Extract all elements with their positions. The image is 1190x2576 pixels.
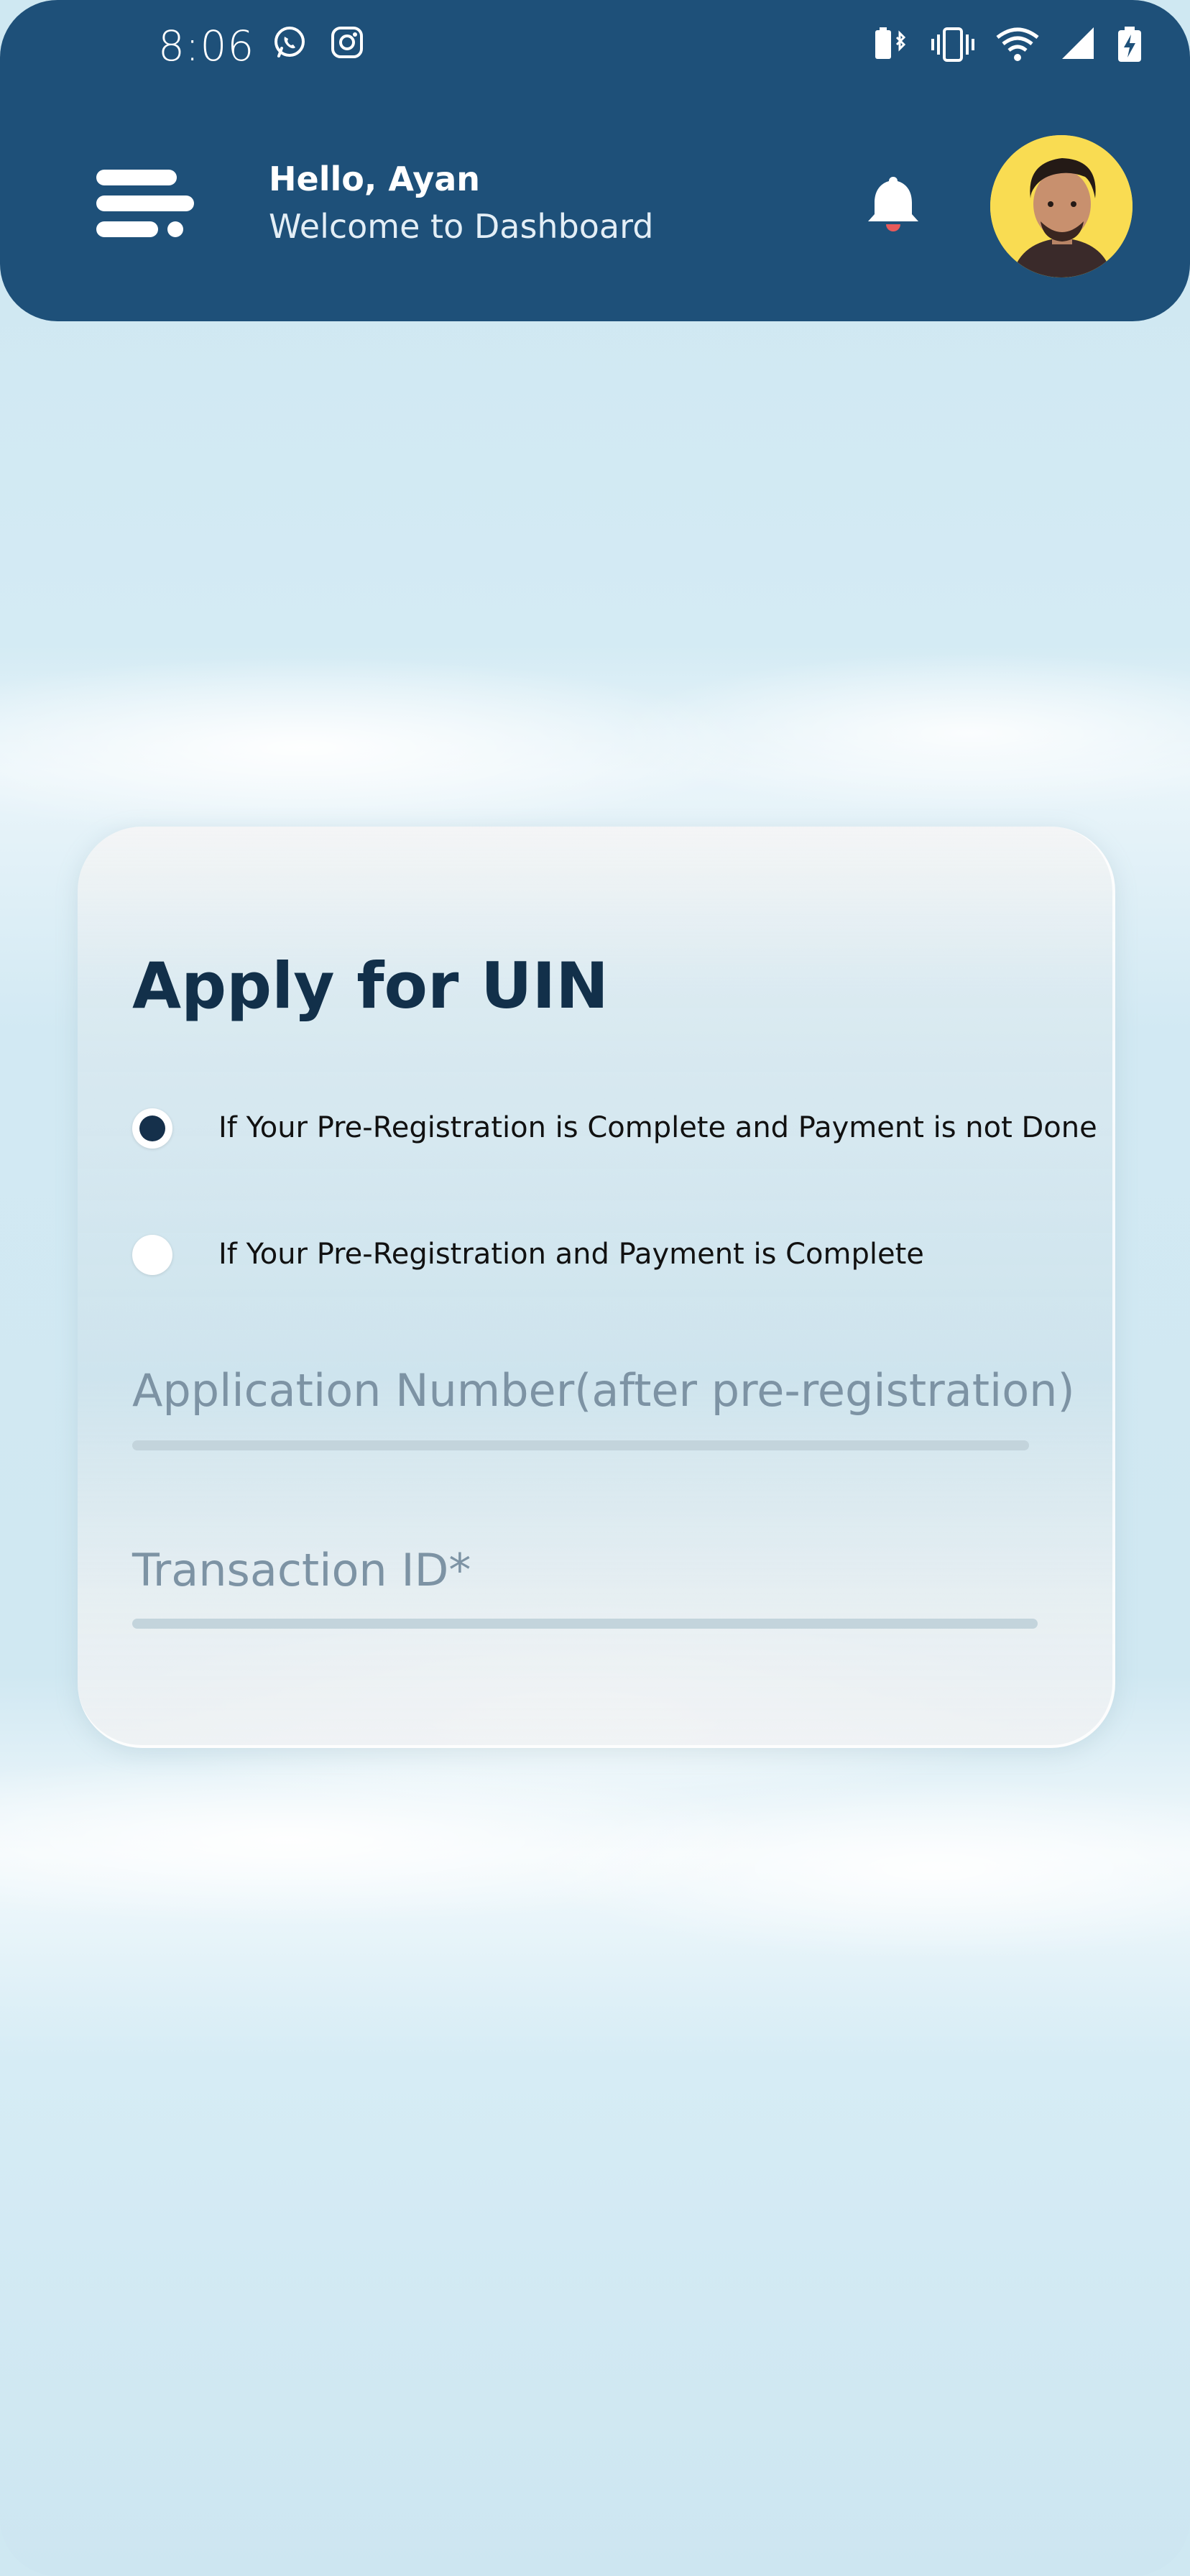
app-screen: 8:06 Hello, Ayan Welcome to Dashboard Ap…: [0, 0, 1190, 2576]
application-number-underline: [132, 1440, 1029, 1450]
signal-icon: [1062, 27, 1094, 59]
profile-photo: [990, 135, 1133, 277]
radio-selected-dot: [139, 1116, 165, 1141]
application-number-field[interactable]: Application Number(after pre-registratio…: [132, 1364, 1075, 1417]
transaction-id-field[interactable]: Transaction ID*: [132, 1544, 471, 1596]
transaction-id-underline: [132, 1619, 1038, 1629]
instagram-icon: [331, 27, 363, 58]
avatar[interactable]: [990, 135, 1133, 277]
dashboard-header: 8:06 Hello, Ayan Welcome to Dashboard: [0, 0, 1190, 321]
form-title: Apply for UIN: [132, 949, 609, 1023]
status-time: 8:06: [158, 22, 255, 70]
greeting-subtitle: Welcome to Dashboard: [269, 207, 654, 246]
radio-label-payment-not-done[interactable]: If Your Pre-Registration is Complete and…: [218, 1111, 1097, 1144]
radio-payment-complete[interactable]: [132, 1235, 172, 1275]
bluetooth-battery-icon: [875, 27, 906, 59]
greeting-name: Hello, Ayan: [269, 160, 481, 198]
radio-payment-not-done[interactable]: [132, 1108, 172, 1149]
whatsapp-icon: [275, 27, 305, 58]
battery-charging-icon: [1118, 27, 1141, 62]
radio-label-payment-complete[interactable]: If Your Pre-Registration and Payment is …: [218, 1238, 924, 1271]
vibrate-icon: [931, 27, 974, 62]
bell-icon[interactable]: [862, 172, 924, 237]
menu-icon[interactable]: [93, 167, 198, 242]
wifi-icon: [996, 27, 1039, 61]
